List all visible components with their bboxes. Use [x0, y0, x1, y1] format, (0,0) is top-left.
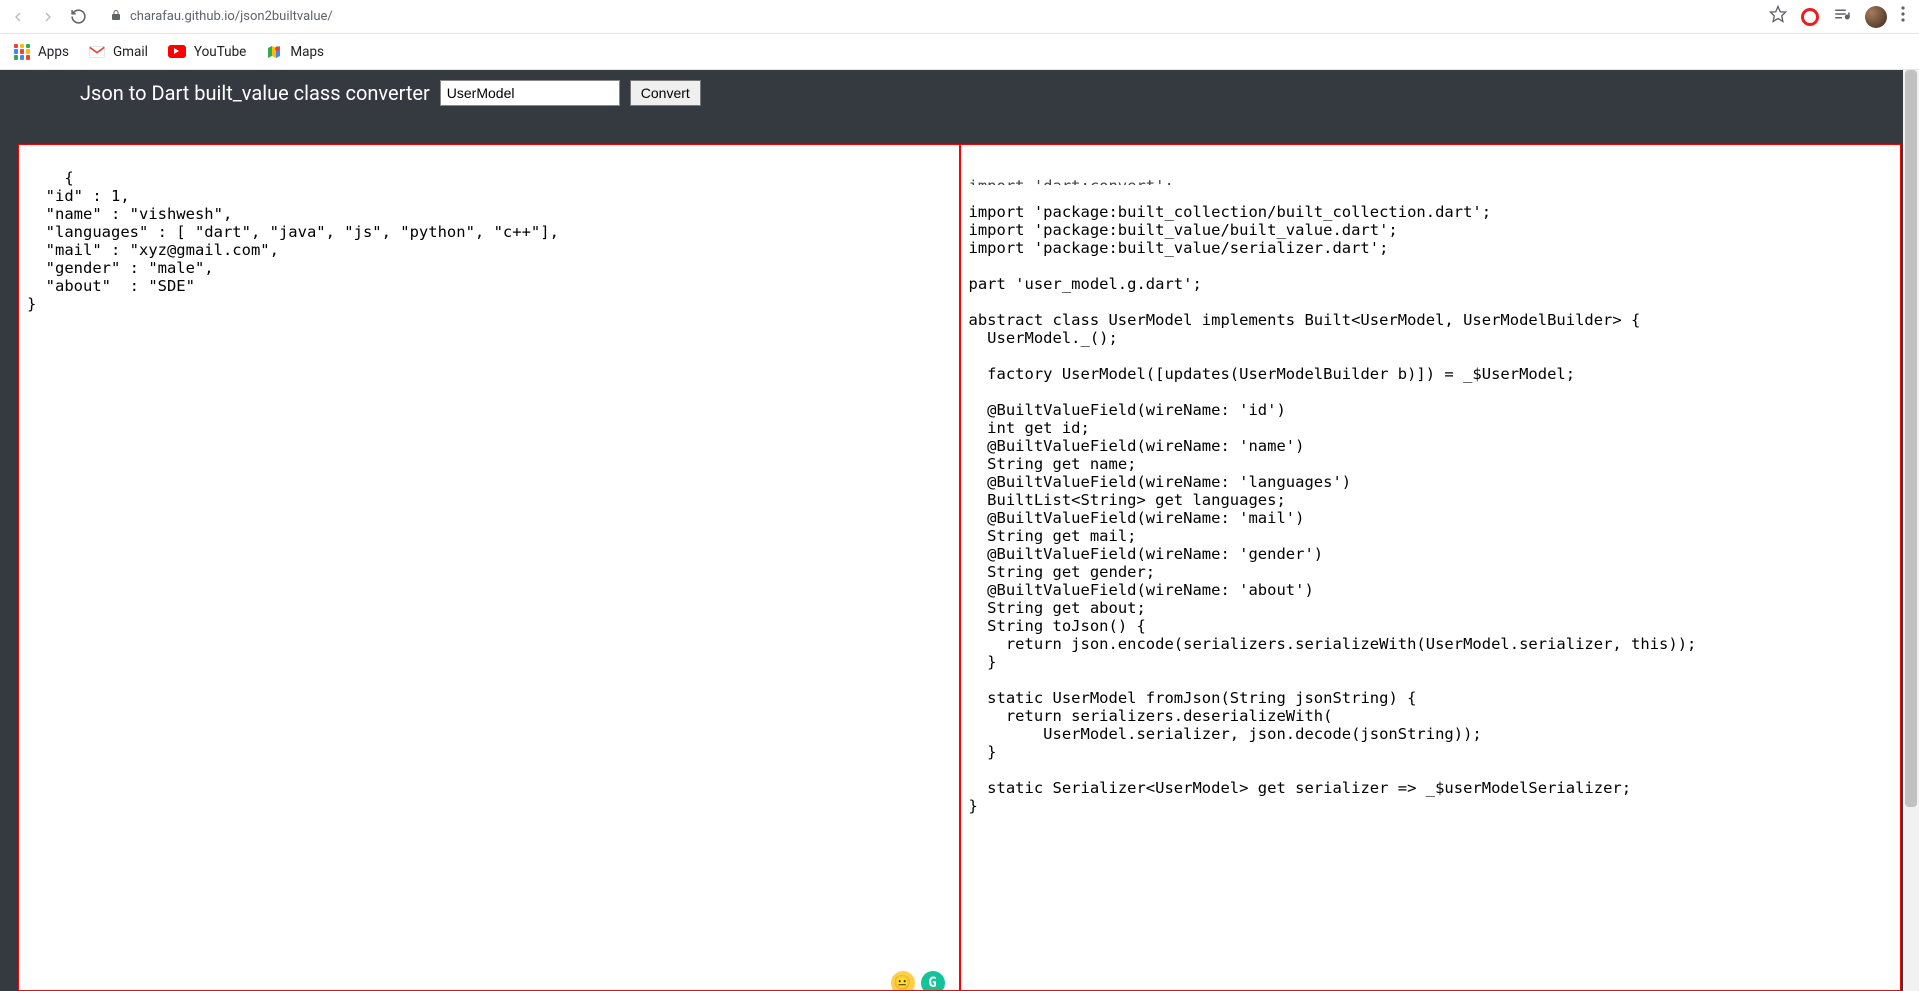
class-name-input[interactable]	[440, 80, 620, 106]
gmail-bookmark[interactable]: Gmail	[89, 44, 148, 60]
emoji-status-icon[interactable]: 😐	[891, 971, 915, 991]
menu-dots-icon[interactable]	[1901, 6, 1905, 27]
dart-output-pane[interactable]: import 'dart:convert'; import 'package:b…	[960, 144, 1902, 991]
address-bar[interactable]: charafau.github.io/json2builtvalue/	[98, 8, 1759, 25]
dart-output-content: import 'package:built_collection/built_c…	[969, 203, 1697, 815]
apps-bookmark[interactable]: Apps	[14, 44, 69, 60]
profile-avatar[interactable]	[1865, 6, 1887, 28]
reload-button[interactable]	[68, 7, 88, 27]
page-scrollbar[interactable]	[1903, 70, 1919, 991]
forward-button[interactable]	[38, 7, 58, 27]
grammarly-icon[interactable]: G	[921, 971, 945, 991]
youtube-bookmark[interactable]: YouTube	[168, 44, 246, 60]
page-scrollbar-thumb[interactable]	[1905, 70, 1917, 807]
maps-bookmark[interactable]: Maps	[266, 44, 324, 60]
browser-toolbar: charafau.github.io/json2builtvalue/	[0, 0, 1919, 34]
gmail-label: Gmail	[113, 44, 148, 60]
json-input-content: { "id" : 1, "name" : "vishwesh", "langua…	[27, 169, 559, 313]
media-control-icon[interactable]	[1833, 5, 1851, 28]
maps-icon	[266, 44, 282, 60]
bookmarks-bar: Apps Gmail YouTube Maps	[0, 34, 1919, 70]
convert-button[interactable]: Convert	[630, 80, 701, 106]
main-area: { "id" : 1, "name" : "vishwesh", "langua…	[0, 116, 1919, 991]
json-input-pane[interactable]: { "id" : 1, "name" : "vishwesh", "langua…	[18, 144, 960, 991]
browser-right-controls	[1769, 5, 1911, 28]
extension-icon[interactable]	[1801, 8, 1819, 26]
youtube-label: YouTube	[194, 44, 246, 60]
apps-label: Apps	[38, 44, 69, 60]
floating-status-icons: 😐 G	[891, 971, 945, 991]
back-button[interactable]	[8, 7, 28, 27]
apps-grid-icon	[14, 44, 30, 60]
url-text: charafau.github.io/json2builtvalue/	[130, 9, 333, 24]
bookmark-star-icon[interactable]	[1769, 5, 1787, 28]
youtube-icon	[168, 45, 186, 58]
lock-icon	[110, 8, 122, 25]
app-header: Json to Dart built_value class converter…	[0, 70, 1919, 116]
app-title: Json to Dart built_value class converter	[80, 81, 430, 105]
partial-scrolled-line: import 'dart:convert';	[969, 177, 1893, 185]
maps-label: Maps	[290, 44, 324, 60]
gmail-icon	[89, 46, 105, 58]
